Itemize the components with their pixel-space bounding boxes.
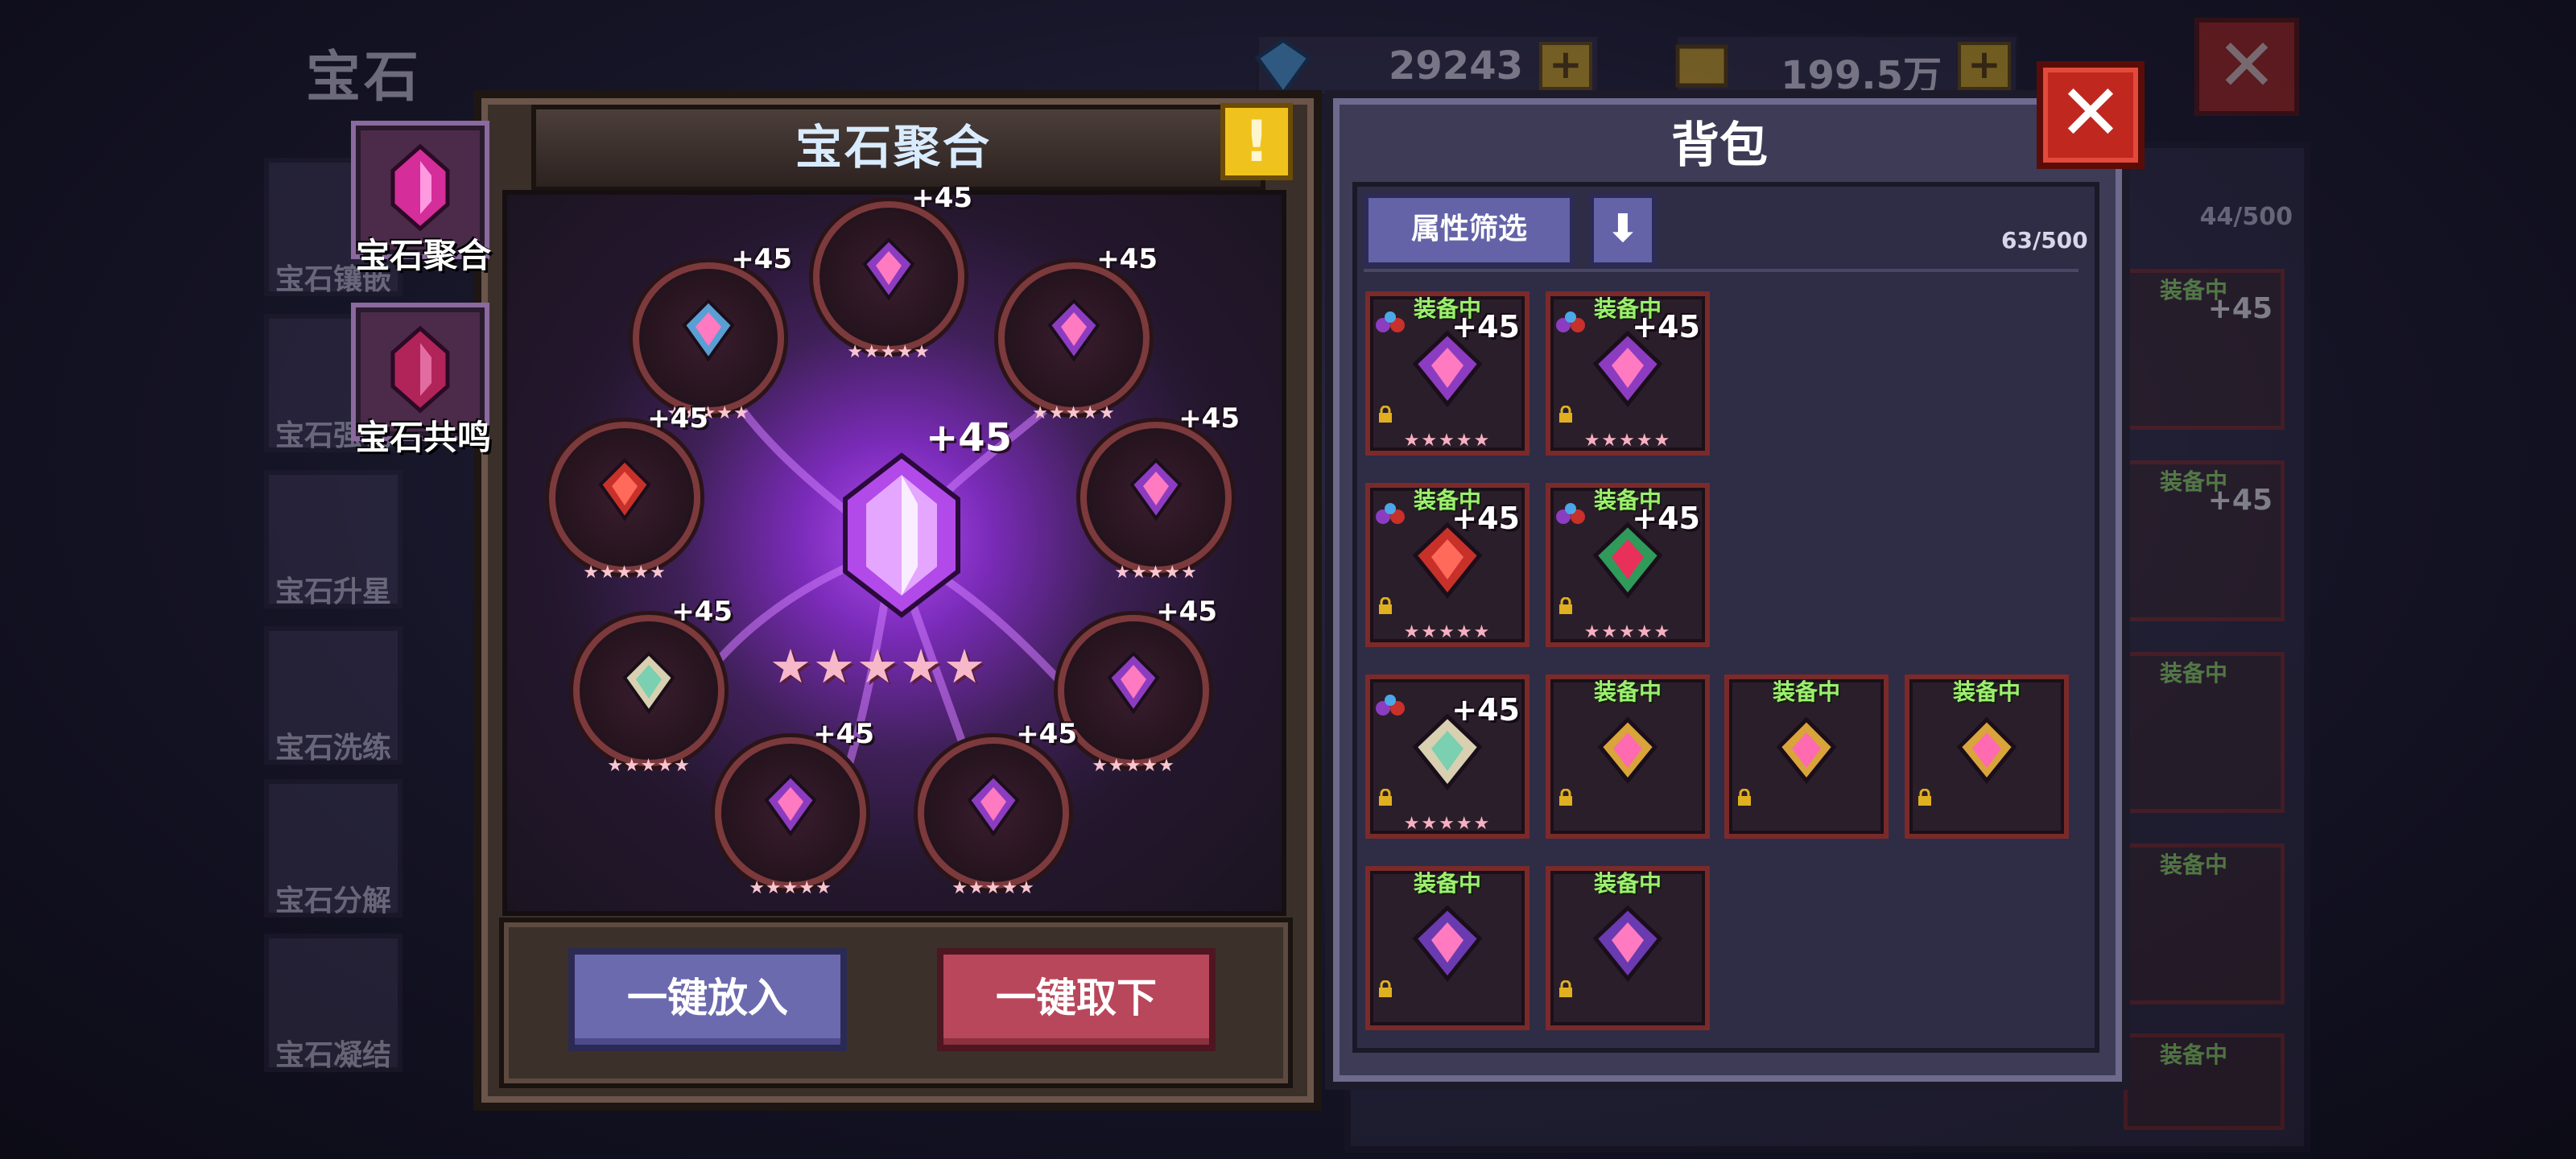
bag-gem-cell[interactable]: 装备中 +45 ★★★★★ bbox=[1365, 291, 1530, 456]
equipped-label: 装备中 bbox=[1593, 870, 1662, 897]
lock-icon bbox=[1379, 597, 1392, 614]
gem-icon bbox=[1412, 905, 1483, 983]
gem-icon bbox=[1592, 522, 1663, 600]
gem-icon bbox=[1776, 716, 1837, 784]
socket-gems-icon bbox=[1376, 695, 1405, 716]
bag-gem-cell[interactable]: 装备中 bbox=[1546, 866, 1710, 1030]
bag-gem-cell[interactable]: 装备中 bbox=[1724, 674, 1889, 839]
bag-gem-cell[interactable]: 装备中 +45 ★★★★★ bbox=[1365, 483, 1530, 647]
gem-icon bbox=[1412, 330, 1483, 408]
lock-icon bbox=[1559, 597, 1572, 614]
equipped-label: 装备中 bbox=[1593, 678, 1662, 705]
bag-gem-cell[interactable]: 装备中 bbox=[1546, 674, 1710, 839]
gem-icon bbox=[1412, 713, 1483, 791]
gem-icon bbox=[1597, 716, 1658, 784]
close-button[interactable]: ✕ bbox=[2037, 61, 2145, 169]
lock-icon bbox=[1559, 789, 1572, 806]
gem-stars: ★★★★★ bbox=[1403, 622, 1492, 642]
bag-gem-cell[interactable]: 装备中 bbox=[1905, 674, 2069, 839]
gem-icon bbox=[1956, 716, 2017, 784]
equipped-label: 装备中 bbox=[1952, 678, 2021, 705]
lock-icon bbox=[1738, 789, 1751, 806]
gem-stars: ★★★★★ bbox=[1583, 622, 1672, 642]
lock-icon bbox=[1379, 406, 1392, 423]
equipped-label: 装备中 bbox=[1413, 870, 1481, 897]
lock-icon bbox=[1918, 789, 1931, 806]
backpack-items: 装备中 +45 ★★★★★ 装备中 +45 ★★★★★ 装备中 +45 ★★★★… bbox=[0, 0, 2576, 1159]
bag-gem-cell[interactable]: 装备中 +45 ★★★★★ bbox=[1546, 483, 1710, 647]
bag-gem-cell[interactable]: 装备中 +45 ★★★★★ bbox=[1546, 291, 1710, 456]
equipped-label: 装备中 bbox=[1772, 678, 1840, 705]
gem-icon bbox=[1412, 522, 1483, 600]
lock-icon bbox=[1379, 789, 1392, 806]
lock-icon bbox=[1379, 980, 1392, 997]
bag-gem-cell[interactable]: 装备中 bbox=[1365, 866, 1530, 1030]
gem-icon bbox=[1592, 905, 1663, 983]
lock-icon bbox=[1559, 980, 1572, 997]
gem-icon bbox=[1592, 330, 1663, 408]
gem-stars: ★★★★★ bbox=[1403, 431, 1492, 451]
gem-stars: ★★★★★ bbox=[1403, 814, 1492, 834]
bag-gem-cell[interactable]: +45 ★★★★★ bbox=[1365, 674, 1530, 839]
gem-stars: ★★★★★ bbox=[1583, 431, 1672, 451]
lock-icon bbox=[1559, 406, 1572, 423]
